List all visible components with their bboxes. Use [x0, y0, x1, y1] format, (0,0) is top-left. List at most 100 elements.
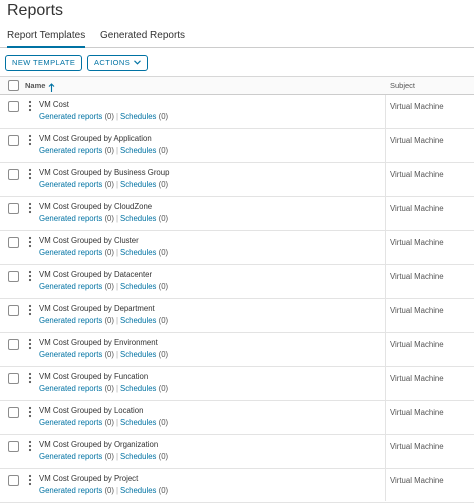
- tab-report-templates[interactable]: Report Templates: [7, 30, 86, 48]
- row-subject: Virtual Machine: [390, 102, 444, 111]
- report-template-name: VM Cost: [39, 100, 69, 109]
- kebab-menu-icon[interactable]: [28, 405, 32, 419]
- row-checkbox[interactable]: [8, 475, 19, 486]
- table-row: VM Cost Grouped by Cluster Generated rep…: [0, 231, 474, 265]
- generated-reports-count: (0): [104, 384, 114, 393]
- generated-reports-count: (0): [104, 180, 114, 189]
- table-row: VM Cost Grouped by CloudZone Generated r…: [0, 197, 474, 231]
- link-separator: |: [115, 214, 119, 223]
- schedules-count: (0): [158, 452, 169, 461]
- schedules-link[interactable]: Schedules: [120, 384, 156, 393]
- report-template-name: VM Cost Grouped by Funcation: [39, 372, 149, 381]
- row-checkbox[interactable]: [8, 237, 19, 248]
- kebab-menu-icon[interactable]: [28, 439, 32, 453]
- generated-reports-count: (0): [104, 146, 114, 155]
- row-links: Generated reports (0) | Schedules (0): [39, 248, 168, 257]
- select-all-checkbox[interactable]: [8, 80, 19, 91]
- row-links: Generated reports (0) | Schedules (0): [39, 452, 168, 461]
- new-template-button[interactable]: NEW TEMPLATE: [5, 55, 83, 71]
- table-row: VM Cost Grouped by Environment Generated…: [0, 333, 474, 367]
- tab-generated-reports[interactable]: Generated Reports: [100, 30, 185, 46]
- row-links: Generated reports (0) | Schedules (0): [39, 146, 168, 155]
- row-subject: Virtual Machine: [390, 306, 444, 315]
- generated-reports-link[interactable]: Generated reports: [39, 350, 102, 359]
- generated-reports-link[interactable]: Generated reports: [39, 316, 102, 325]
- generated-reports-link[interactable]: Generated reports: [39, 384, 102, 393]
- kebab-menu-icon[interactable]: [28, 269, 32, 283]
- row-subject: Virtual Machine: [390, 408, 444, 417]
- row-subject: Virtual Machine: [390, 272, 444, 281]
- actions-button[interactable]: ACTIONS: [87, 55, 149, 71]
- row-links: Generated reports (0) | Schedules (0): [39, 384, 168, 393]
- kebab-menu-icon[interactable]: [28, 99, 32, 113]
- row-subject: Virtual Machine: [390, 170, 444, 179]
- generated-reports-link[interactable]: Generated reports: [39, 180, 102, 189]
- schedules-count: (0): [158, 180, 169, 189]
- kebab-menu-icon[interactable]: [28, 133, 32, 147]
- generated-reports-link[interactable]: Generated reports: [39, 214, 102, 223]
- kebab-menu-icon[interactable]: [28, 473, 32, 487]
- grid-body: VM Cost Generated reports (0) | Schedules …: [0, 95, 474, 503]
- kebab-menu-icon[interactable]: [28, 371, 32, 385]
- generated-reports-link[interactable]: Generated reports: [39, 418, 102, 427]
- kebab-menu-icon[interactable]: [28, 303, 32, 317]
- row-checkbox[interactable]: [8, 441, 19, 452]
- generated-reports-link[interactable]: Generated reports: [39, 282, 102, 291]
- row-checkbox[interactable]: [8, 271, 19, 282]
- generated-reports-link[interactable]: Generated reports: [39, 112, 102, 121]
- row-checkbox[interactable]: [8, 135, 19, 146]
- schedules-link[interactable]: Schedules: [120, 452, 156, 461]
- schedules-link[interactable]: Schedules: [120, 316, 156, 325]
- schedules-link[interactable]: Schedules: [120, 214, 156, 223]
- row-links: Generated reports (0) | Schedules (0): [39, 350, 168, 359]
- kebab-menu-icon[interactable]: [28, 235, 32, 249]
- row-subject: Virtual Machine: [390, 204, 444, 213]
- row-checkbox[interactable]: [8, 169, 19, 180]
- report-template-name: VM Cost Grouped by Environment: [39, 338, 158, 347]
- schedules-link[interactable]: Schedules: [120, 282, 156, 291]
- row-links: Generated reports (0) | Schedules (0): [39, 282, 168, 291]
- schedules-link[interactable]: Schedules: [120, 350, 156, 359]
- schedules-link[interactable]: Schedules: [120, 248, 156, 257]
- link-separator: |: [115, 384, 119, 393]
- kebab-menu-icon[interactable]: [28, 337, 32, 351]
- report-template-name: VM Cost Grouped by Organization: [39, 440, 159, 449]
- column-header-name[interactable]: Name: [25, 81, 45, 90]
- kebab-menu-icon[interactable]: [28, 201, 32, 215]
- link-separator: |: [115, 316, 119, 325]
- schedules-count: (0): [158, 248, 169, 257]
- row-links: Generated reports (0) | Schedules (0): [39, 486, 168, 495]
- row-links: Generated reports (0) | Schedules (0): [39, 180, 168, 189]
- row-checkbox[interactable]: [8, 407, 19, 418]
- row-links: Generated reports (0) | Schedules (0): [39, 418, 168, 427]
- kebab-menu-icon[interactable]: [28, 167, 32, 181]
- schedules-link[interactable]: Schedules: [120, 146, 156, 155]
- link-separator: |: [115, 112, 119, 121]
- schedules-count: (0): [158, 350, 169, 359]
- row-checkbox[interactable]: [8, 203, 19, 214]
- schedules-link[interactable]: Schedules: [120, 180, 156, 189]
- generated-reports-link[interactable]: Generated reports: [39, 452, 102, 461]
- schedules-link[interactable]: Schedules: [120, 112, 156, 121]
- row-subject: Virtual Machine: [390, 374, 444, 383]
- row-checkbox[interactable]: [8, 339, 19, 350]
- schedules-count: (0): [158, 316, 169, 325]
- report-template-name: VM Cost Grouped by Department: [39, 304, 155, 313]
- table-row: VM Cost Grouped by Organization Generate…: [0, 435, 474, 469]
- tab-bar: Report Templates Generated Reports: [0, 25, 474, 48]
- schedules-count: (0): [158, 282, 169, 291]
- generated-reports-count: (0): [104, 486, 114, 495]
- row-checkbox[interactable]: [8, 305, 19, 316]
- row-checkbox[interactable]: [8, 101, 19, 112]
- generated-reports-link[interactable]: Generated reports: [39, 486, 102, 495]
- generated-reports-link[interactable]: Generated reports: [39, 248, 102, 257]
- generated-reports-link[interactable]: Generated reports: [39, 146, 102, 155]
- schedules-link[interactable]: Schedules: [120, 418, 156, 427]
- generated-reports-count: (0): [104, 248, 114, 257]
- schedules-count: (0): [158, 214, 169, 223]
- column-header-subject[interactable]: Subject: [390, 81, 415, 90]
- row-links: Generated reports (0) | Schedules (0): [39, 214, 168, 223]
- generated-reports-count: (0): [104, 316, 114, 325]
- row-checkbox[interactable]: [8, 373, 19, 384]
- schedules-link[interactable]: Schedules: [120, 486, 156, 495]
